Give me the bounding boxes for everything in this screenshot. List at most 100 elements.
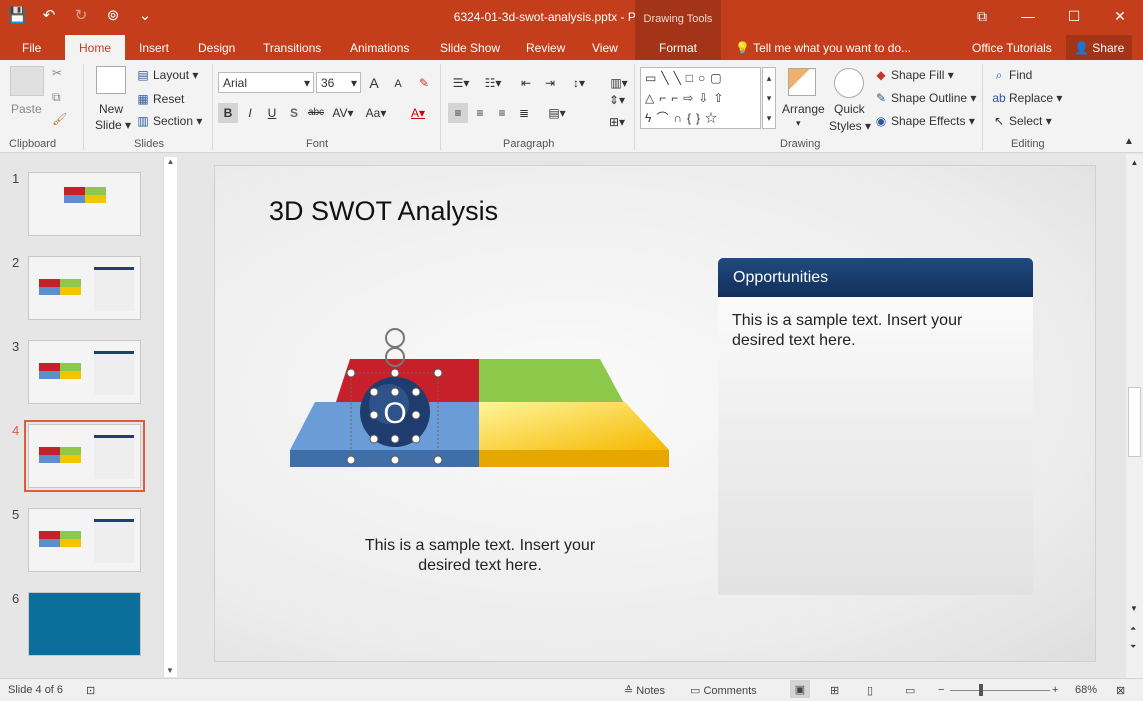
tab-review[interactable]: Review — [526, 41, 565, 55]
tab-home[interactable]: Home — [65, 35, 126, 60]
numbering-icon[interactable]: ☷▾ — [480, 73, 506, 93]
shapes-gallery-scroll[interactable]: ▴ ▾ ▾ — [762, 67, 776, 129]
layout-button[interactable]: ▤ Layout ▾ — [136, 68, 198, 82]
bold-button[interactable]: B — [218, 103, 238, 123]
italic-button[interactable]: I — [240, 103, 260, 123]
section-button[interactable]: ▥ Section ▾ — [136, 114, 202, 128]
slide-thumbnail-1[interactable] — [28, 172, 141, 236]
align-left-icon[interactable]: ≡ — [448, 103, 468, 123]
zoom-out-icon[interactable]: − — [938, 684, 944, 696]
decrease-indent-icon[interactable]: ⇤ — [516, 73, 536, 93]
shape-outline-button[interactable]: ✎ Shape Outline ▾ — [874, 91, 976, 105]
tell-me-box[interactable]: 💡 Tell me what you want to do... — [735, 41, 911, 55]
share-button[interactable]: 👤 Share — [1066, 35, 1133, 60]
tab-animations[interactable]: Animations — [350, 41, 409, 55]
zoom-in-icon[interactable]: + — [1052, 684, 1058, 696]
tab-insert[interactable]: Insert — [139, 41, 169, 55]
notes-button[interactable]: ≙ Notes — [624, 684, 665, 697]
thumbnail-number: 6 — [12, 591, 20, 606]
diagram-caption[interactable]: This is a sample text. Insert your desir… — [355, 536, 605, 576]
tab-view[interactable]: View — [592, 41, 618, 55]
minimize-button[interactable]: — — [1005, 0, 1051, 32]
fit-to-window-icon[interactable]: ⊠ — [1116, 684, 1125, 697]
tab-file[interactable]: File — [22, 41, 41, 55]
font-size-select[interactable]: 36 ▾ — [316, 72, 361, 93]
strikethrough-button[interactable]: abc — [304, 103, 328, 123]
quick-styles-dropdown[interactable]: Styles ▾ — [829, 119, 871, 133]
close-button[interactable]: ✕ — [1097, 0, 1143, 32]
maximize-button[interactable]: ☐ — [1051, 0, 1097, 32]
slide-thumbnail-5[interactable] — [28, 508, 141, 572]
next-slide-icon[interactable]: ⏷ — [1130, 642, 1136, 652]
format-painter-icon[interactable]: 🖌 — [52, 112, 67, 126]
align-text-icon[interactable]: ⇕▾ — [604, 90, 630, 110]
new-slide-button[interactable]: New — [99, 102, 123, 116]
shape-fill-button[interactable]: ◆ Shape Fill ▾ — [874, 68, 953, 82]
opportunities-card[interactable]: Opportunities This is a sample text. Ins… — [718, 258, 1033, 595]
slide-thumbnail-3[interactable] — [28, 340, 141, 404]
spell-check-icon[interactable]: ⊡ — [86, 684, 95, 697]
previous-slide-icon[interactable]: ⏶ — [1130, 624, 1136, 634]
scroll-thumb[interactable] — [1128, 387, 1141, 457]
text-shadow-button[interactable]: S — [284, 103, 304, 123]
font-family-select[interactable]: Arial ▾ — [218, 72, 314, 93]
align-right-icon[interactable]: ≡ — [492, 103, 512, 123]
slide-sorter-icon[interactable]: ⊞ — [830, 684, 839, 697]
underline-button[interactable]: U — [262, 103, 282, 123]
slide-title[interactable]: 3D SWOT Analysis — [269, 196, 498, 227]
scroll-up-icon[interactable]: ▲ — [164, 157, 177, 166]
font-color-button[interactable]: A▾ — [404, 103, 432, 123]
new-slide-dropdown[interactable]: Slide ▾ — [95, 118, 131, 132]
arrange-button[interactable]: Arrange — [782, 102, 825, 116]
ribbon-display-icon[interactable]: ⧉ — [959, 0, 1005, 32]
thumbnails-scrollbar[interactable]: ▲ ▼ — [163, 157, 177, 677]
line-spacing-icon[interactable]: ↕▾ — [566, 73, 592, 93]
zoom-slider[interactable] — [950, 690, 1050, 691]
tab-slide-show[interactable]: Slide Show — [440, 41, 500, 55]
zoom-level[interactable]: 68% — [1075, 684, 1097, 696]
slide-show-icon[interactable]: ▭ — [905, 684, 915, 697]
copy-icon[interactable]: ⧉ — [52, 90, 61, 105]
tab-design[interactable]: Design — [198, 41, 235, 55]
scroll-down-icon[interactable]: ▼ — [1130, 604, 1138, 613]
shapes-gallery[interactable]: ▭╲╲□○▢ △⌐⌐⇨⇩⇧ ϟ⌒∩{}☆ — [640, 67, 761, 129]
slide-thumbnail-2[interactable] — [28, 256, 141, 320]
shape-effects-button[interactable]: ◉ Shape Effects ▾ — [874, 114, 975, 128]
collapse-ribbon-icon[interactable]: ▲ — [1124, 136, 1134, 147]
scroll-up-icon[interactable]: ▲ — [1126, 158, 1143, 167]
clear-formatting-icon[interactable]: ✎ — [414, 73, 434, 93]
slide-thumbnail-6[interactable] — [28, 592, 141, 656]
bullets-icon[interactable]: ☰▾ — [448, 73, 474, 93]
tab-transitions[interactable]: Transitions — [263, 41, 321, 55]
paste-button[interactable]: Paste — [11, 102, 42, 116]
replace-button[interactable]: ab Replace ▾ — [992, 91, 1062, 105]
grow-font-button[interactable]: A — [364, 73, 384, 93]
select-button[interactable]: ↖ Select ▾ — [992, 114, 1052, 128]
find-button[interactable]: ⌕ Find — [992, 68, 1033, 83]
text-direction-icon[interactable]: ▤▾ — [544, 103, 570, 123]
chevron-down-icon[interactable]: ▾ — [796, 118, 801, 129]
new-slide-icon — [96, 66, 126, 94]
comments-button[interactable]: ▭ Comments — [690, 684, 757, 697]
cut-icon[interactable]: ✂ — [52, 66, 62, 80]
character-spacing-button[interactable]: AV▾ — [330, 103, 356, 123]
reset-button[interactable]: ▦ Reset — [136, 92, 184, 106]
quick-styles-button[interactable]: Quick — [834, 102, 865, 116]
change-case-button[interactable]: Aa▾ — [362, 103, 390, 123]
tab-format[interactable]: Format — [635, 35, 721, 60]
smartart-icon[interactable]: ⊞▾ — [604, 112, 630, 132]
swot-opportunities-block[interactable] — [479, 359, 625, 405]
increase-indent-icon[interactable]: ⇥ — [540, 73, 560, 93]
swot-threats-block[interactable] — [479, 402, 669, 450]
reading-view-icon[interactable]: ▯ — [867, 684, 873, 697]
slide-canvas[interactable]: 3D SWOT Analysis O This is a sample text… — [214, 165, 1096, 662]
slide-thumbnail-4[interactable] — [24, 420, 145, 492]
normal-view-icon[interactable]: ▣ — [790, 680, 810, 698]
shrink-font-button[interactable]: A — [388, 74, 408, 94]
scroll-down-icon[interactable]: ▼ — [164, 666, 176, 675]
align-center-icon[interactable]: ≡ — [470, 103, 490, 123]
slide-scrollbar[interactable]: ▲ ▼ ⏶ ⏷ — [1126, 154, 1143, 678]
zoom-slider-thumb[interactable] — [979, 684, 983, 696]
account-name[interactable]: Office Tutorials — [972, 41, 1052, 55]
justify-icon[interactable]: ≣ — [514, 103, 534, 123]
